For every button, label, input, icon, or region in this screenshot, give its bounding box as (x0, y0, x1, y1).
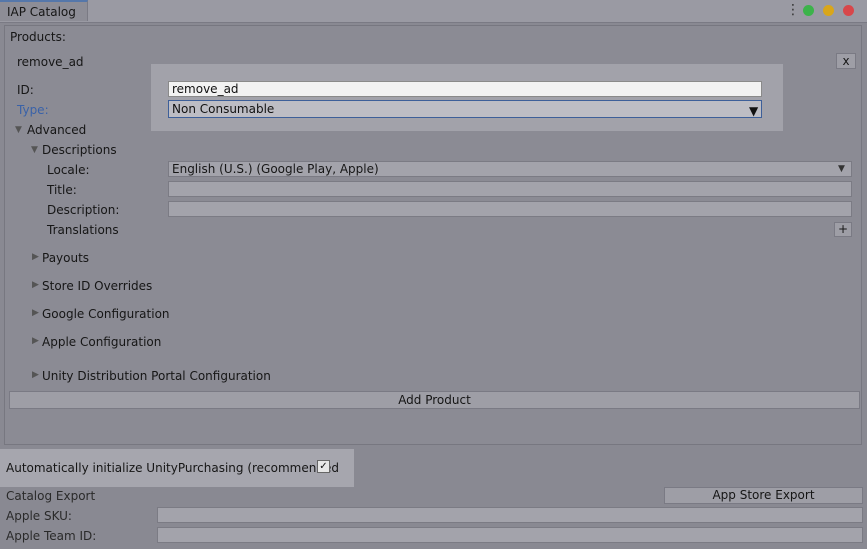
locale-label: Locale: (47, 163, 90, 177)
apple-sku-input[interactable] (157, 507, 863, 523)
apple-sku-label: Apple SKU: (6, 509, 72, 523)
foldout-closed-icon[interactable]: ▶ (32, 280, 39, 290)
tab-iap-catalog[interactable]: IAP Catalog (0, 0, 88, 21)
title-label: Title: (47, 183, 77, 197)
udp-configuration-foldout[interactable]: Unity Distribution Portal Configuration (42, 369, 271, 383)
type-value: Non Consumable (172, 102, 275, 116)
store-id-overrides-foldout[interactable]: Store ID Overrides (42, 279, 152, 293)
foldout-closed-icon[interactable]: ▶ (32, 370, 39, 380)
auto-init-label: Automatically initialize UnityPurchasing… (6, 461, 339, 475)
foldout-open-icon[interactable]: ▼ (15, 125, 22, 135)
descriptions-foldout[interactable]: Descriptions (42, 143, 117, 157)
id-label: ID: (17, 83, 34, 97)
type-label: Type: (17, 103, 49, 117)
minimize-dot-icon[interactable] (823, 5, 834, 16)
close-dot-icon[interactable] (843, 5, 854, 16)
translations-label: Translations (47, 223, 119, 237)
tab-title: IAP Catalog (7, 5, 76, 19)
apple-team-id-input[interactable] (157, 527, 863, 543)
auto-init-checkbox[interactable]: ✓ (317, 460, 330, 473)
foldout-closed-icon[interactable]: ▶ (32, 308, 39, 318)
foldout-open-icon[interactable]: ▼ (31, 145, 38, 155)
foldout-closed-icon[interactable]: ▶ (32, 336, 39, 346)
product-id-input[interactable]: remove_ad (168, 81, 762, 97)
apple-team-id-label: Apple Team ID: (6, 529, 97, 543)
advanced-foldout[interactable]: Advanced (27, 123, 86, 137)
catalog-export-label: Catalog Export (6, 489, 96, 503)
remove-product-button[interactable]: x (836, 53, 856, 69)
add-translation-button[interactable]: + (834, 222, 852, 237)
dropdown-arrow-icon: ▼ (838, 164, 845, 174)
dropdown-arrow-icon: ▼ (749, 104, 759, 118)
description-input[interactable] (168, 201, 852, 217)
products-header: Products: (10, 30, 66, 44)
product-name: remove_ad (17, 55, 84, 69)
add-product-button[interactable]: Add Product (9, 391, 860, 409)
app-store-export-button[interactable]: App Store Export (664, 487, 863, 504)
foldout-closed-icon[interactable]: ▶ (32, 252, 39, 262)
google-configuration-foldout[interactable]: Google Configuration (42, 307, 170, 321)
maximize-dot-icon[interactable] (803, 5, 814, 16)
locale-value: English (U.S.) (Google Play, Apple) (172, 162, 379, 176)
apple-configuration-foldout[interactable]: Apple Configuration (42, 335, 161, 349)
locale-dropdown[interactable]: English (U.S.) (Google Play, Apple) ▼ (168, 161, 852, 177)
description-label: Description: (47, 203, 120, 217)
payouts-foldout[interactable]: Payouts (42, 251, 89, 265)
title-input[interactable] (168, 181, 852, 197)
product-id-value: remove_ad (172, 82, 239, 96)
product-id-type-highlight (151, 64, 783, 131)
kebab-menu-icon[interactable]: ⋮ (786, 2, 800, 18)
window-tab-bar (0, 0, 867, 23)
type-dropdown[interactable]: Non Consumable ▼ (168, 100, 762, 118)
